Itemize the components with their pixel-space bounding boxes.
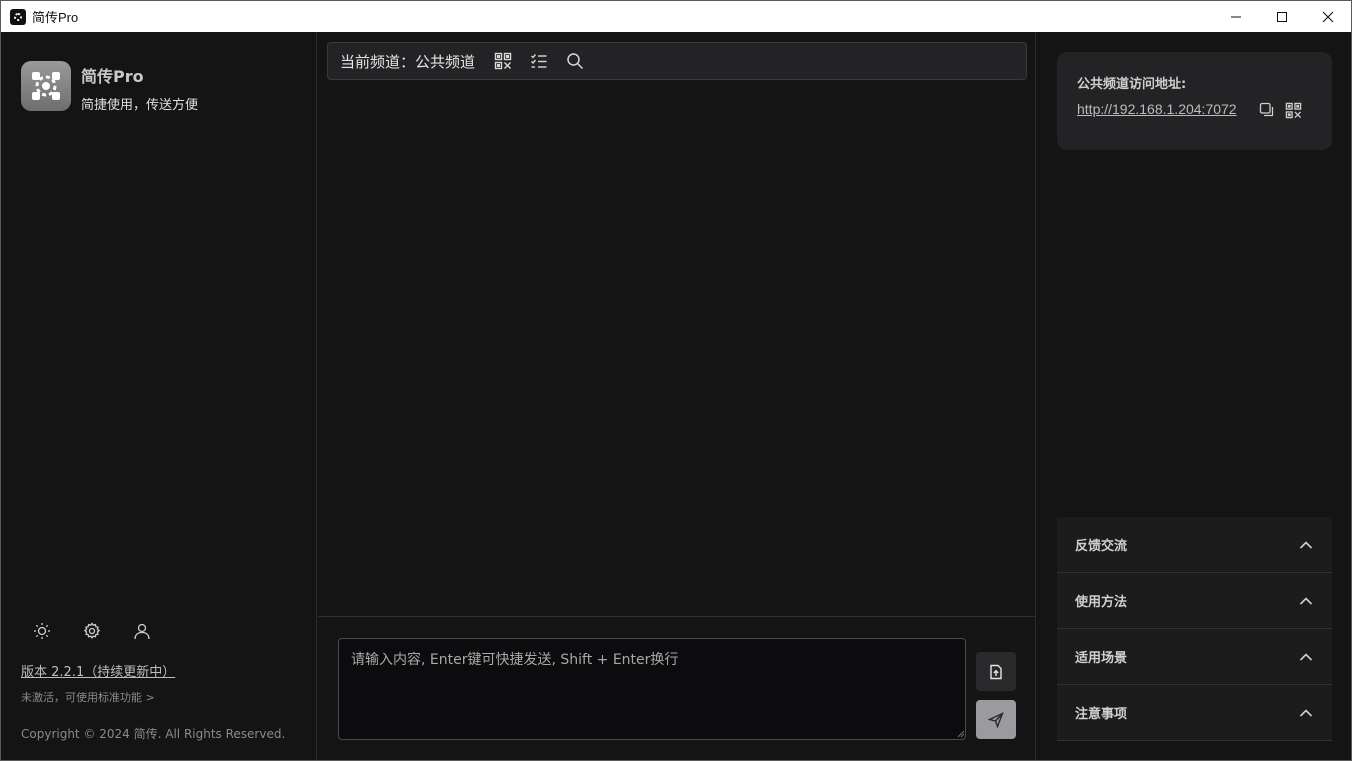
- info-panel: 公共频道访问地址: http://192.168.1.204:7072 反馈交流: [1037, 32, 1351, 760]
- address-qrcode-button[interactable]: [1283, 100, 1303, 120]
- settings-button[interactable]: [72, 617, 112, 645]
- channel-qrcode-button[interactable]: [493, 51, 513, 71]
- sidebar-toolbar: [22, 617, 162, 645]
- activation-link[interactable]: 未激活，可使用标准功能 >: [21, 689, 155, 705]
- version-link[interactable]: 版本 2.2.1（持续更新中）: [21, 661, 175, 680]
- user-icon: [134, 623, 150, 640]
- minimize-button[interactable]: [1213, 1, 1259, 32]
- brand-tagline: 简捷使用，传送方便: [81, 98, 199, 113]
- address-title: 公共频道访问地址:: [1077, 77, 1187, 92]
- address-url[interactable]: http://192.168.1.204:7072: [1077, 101, 1237, 117]
- channel-label: 当前频道：公共频道: [340, 52, 476, 71]
- send-button[interactable]: [976, 700, 1016, 739]
- accordion-label: 反馈交流: [1075, 539, 1128, 554]
- app-icon: [10, 8, 26, 25]
- accordion-item-notes[interactable]: 注意事项: [1057, 685, 1332, 741]
- accordion-label: 注意事项: [1075, 707, 1128, 722]
- address-card: 公共频道访问地址: http://192.168.1.204:7072: [1057, 52, 1332, 150]
- maximize-icon: [1277, 11, 1287, 22]
- search-icon: [567, 53, 584, 70]
- accordion-item-scenarios[interactable]: 适用场景: [1057, 629, 1332, 685]
- gear-icon: [83, 622, 101, 639]
- channel-list-button[interactable]: [529, 51, 549, 71]
- window-title: 简传Pro: [32, 10, 79, 25]
- chevron-up-icon: [1298, 649, 1314, 665]
- list-check-icon: [531, 54, 547, 68]
- help-accordion: 反馈交流 使用方法 适用场景 注意事项: [1057, 517, 1332, 741]
- main-panel: 当前频道：公共频道: [318, 32, 1036, 760]
- accordion-item-usage[interactable]: 使用方法: [1057, 573, 1332, 629]
- upload-file-button[interactable]: [976, 652, 1016, 691]
- resize-grip-icon[interactable]: [957, 730, 965, 738]
- app-logo: [21, 61, 71, 111]
- copy-icon: [1259, 102, 1274, 117]
- file-upload-icon: [990, 664, 1002, 679]
- divider: [318, 616, 1036, 617]
- title-bar: 简传Pro: [1, 1, 1351, 32]
- qrcode-icon: [1285, 102, 1301, 118]
- chevron-up-icon: [1298, 705, 1314, 721]
- theme-toggle-button[interactable]: [22, 617, 62, 645]
- send-icon: [988, 711, 1004, 728]
- accordion-label: 使用方法: [1075, 595, 1128, 610]
- channel-search-button[interactable]: [565, 51, 585, 71]
- app-window: 简传Pro 简传Pro 简捷使用，传送方便 版本 2.2.1（持续更新中） 未激…: [0, 0, 1352, 761]
- qrcode-icon: [494, 52, 512, 70]
- brand-name: 简传Pro: [81, 67, 144, 86]
- sidebar: 简传Pro 简捷使用，传送方便 版本 2.2.1（持续更新中） 未激活，可使用标…: [1, 32, 317, 760]
- message-list[interactable]: [318, 88, 1036, 616]
- channel-header: 当前频道：公共频道: [327, 42, 1027, 80]
- copy-address-button[interactable]: [1257, 100, 1277, 120]
- copyright: Copyright © 2024 简传. All Rights Reserved…: [21, 727, 286, 741]
- minimize-icon: [1231, 16, 1241, 17]
- close-icon: [1322, 11, 1334, 22]
- maximize-button[interactable]: [1259, 1, 1305, 32]
- accordion-label: 适用场景: [1075, 651, 1128, 666]
- account-button[interactable]: [122, 617, 162, 645]
- accordion-item-feedback[interactable]: 反馈交流: [1057, 517, 1332, 573]
- message-input[interactable]: [338, 638, 966, 740]
- close-button[interactable]: [1305, 1, 1351, 32]
- sun-icon: [34, 623, 50, 639]
- chevron-up-icon: [1298, 593, 1314, 609]
- chevron-up-icon: [1298, 537, 1314, 553]
